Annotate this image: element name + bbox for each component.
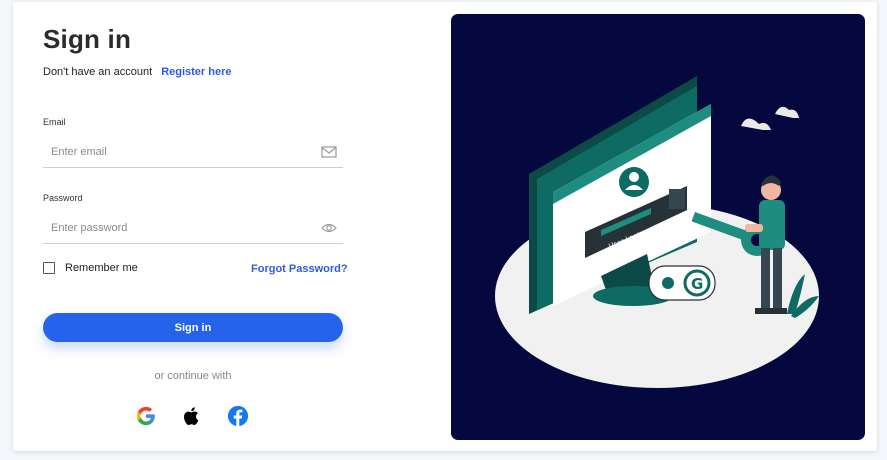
badge-letter: G xyxy=(691,275,703,293)
remember-checkbox[interactable] xyxy=(43,262,55,274)
facebook-icon[interactable] xyxy=(227,405,249,427)
register-prompt: Don't have an account Register here xyxy=(43,66,232,78)
page-title: Sign in xyxy=(43,24,132,54)
email-field[interactable] xyxy=(49,141,313,163)
signin-button[interactable]: Sign in xyxy=(43,313,343,342)
illustration-panel: User Login G xyxy=(451,14,865,440)
continue-with-text: or continue with xyxy=(154,370,232,382)
register-link[interactable]: Register here xyxy=(161,66,231,78)
mail-icon xyxy=(321,146,337,158)
email-label: Email xyxy=(43,117,66,127)
signin-card: Sign in Don't have an account Register h… xyxy=(13,2,877,451)
remember-me[interactable]: Remember me xyxy=(43,262,138,274)
password-label: Password xyxy=(43,193,83,203)
eye-icon[interactable] xyxy=(321,221,337,235)
cloud-icon xyxy=(741,106,799,130)
lightbulb-icon xyxy=(662,277,674,289)
email-field-wrapper xyxy=(43,137,343,168)
page-background: Sign in Don't have an account Register h… xyxy=(0,0,887,460)
login-illustration: User Login G xyxy=(495,76,819,388)
password-field[interactable] xyxy=(49,217,313,239)
apple-icon[interactable] xyxy=(181,405,203,427)
forgot-password-link[interactable]: Forgot Password? xyxy=(251,263,348,275)
register-prompt-text: Don't have an account xyxy=(43,66,153,78)
remember-label: Remember me xyxy=(65,262,138,274)
google-icon[interactable] xyxy=(135,405,157,427)
password-field-wrapper xyxy=(43,213,343,244)
